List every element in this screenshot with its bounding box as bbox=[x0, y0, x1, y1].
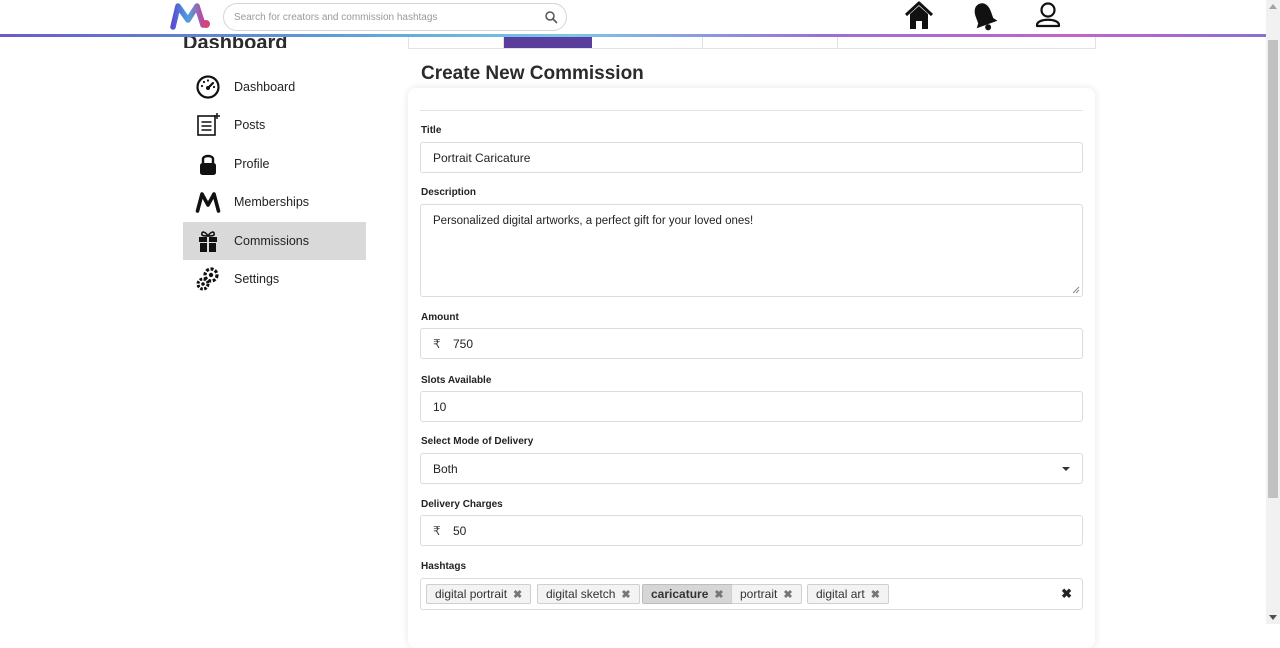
page-scrollbar[interactable] bbox=[1266, 0, 1280, 624]
sidebar-item-label: Memberships bbox=[234, 195, 310, 209]
hashtag-text: digital art bbox=[816, 587, 865, 601]
sidebar-item-label: Posts bbox=[234, 118, 266, 132]
header-accent-line bbox=[0, 34, 1266, 37]
title-label: Title bbox=[421, 125, 442, 136]
sidebar-item-settings[interactable]: Settings bbox=[183, 260, 366, 298]
hashtags-label: Hashtags bbox=[421, 561, 467, 572]
clear-all-icon[interactable]: ✖ bbox=[1061, 586, 1072, 602]
tab-1[interactable] bbox=[409, 36, 504, 48]
description-label: Description bbox=[421, 187, 477, 198]
gears-icon bbox=[196, 267, 219, 291]
remove-tag-icon[interactable]: ✖ bbox=[513, 588, 522, 601]
sidebar-item-dashboard[interactable]: Dashboard bbox=[183, 68, 366, 106]
scroll-up-icon[interactable] bbox=[1269, 4, 1277, 9]
hashtag-chip[interactable]: portrait ✖ bbox=[731, 584, 802, 604]
slots-value: 10 bbox=[433, 399, 447, 414]
form-heading: Create New Commission bbox=[421, 63, 644, 84]
slots-field[interactable]: 10 bbox=[420, 391, 1083, 422]
tab-4[interactable] bbox=[703, 36, 838, 48]
hashtag-chip[interactable]: digital sketch ✖ bbox=[537, 584, 640, 604]
remove-tag-icon[interactable]: ✖ bbox=[621, 588, 630, 601]
delivery-mode-value: Both bbox=[433, 461, 458, 476]
delivery-mode-select[interactable]: Both bbox=[420, 453, 1083, 484]
sidebar-item-label: Commissions bbox=[234, 234, 310, 248]
bell-icon[interactable] bbox=[970, 0, 998, 32]
amount-value: 750 bbox=[453, 336, 474, 351]
hashtags-field[interactable]: digital portrait ✖ digital sketch ✖ cari… bbox=[420, 578, 1083, 610]
chevron-down-icon bbox=[1062, 467, 1070, 471]
search-input[interactable]: Search for creators and commission hasht… bbox=[234, 12, 437, 23]
remove-tag-icon[interactable]: ✖ bbox=[871, 588, 880, 601]
description-value: Personalized digital artworks, a perfect… bbox=[433, 215, 754, 227]
amount-field[interactable]: ₹ 750 bbox=[420, 328, 1083, 359]
tab-3[interactable] bbox=[592, 36, 703, 48]
posts-icon bbox=[197, 113, 220, 136]
description-field[interactable]: Personalized digital artworks, a perfect… bbox=[420, 204, 1083, 297]
remove-tag-icon[interactable]: ✖ bbox=[783, 588, 792, 601]
delivery-mode-label: Select Mode of Delivery bbox=[421, 436, 534, 447]
delivery-charges-field[interactable]: ₹ 50 bbox=[420, 515, 1083, 546]
hashtag-chip[interactable]: digital art ✖ bbox=[807, 584, 889, 604]
hashtag-chip[interactable]: digital portrait ✖ bbox=[426, 584, 532, 604]
sidebar-item-profile[interactable]: Profile bbox=[183, 145, 366, 183]
search-bar[interactable]: Search for creators and commission hasht… bbox=[223, 3, 567, 31]
delivery-charges-value: 50 bbox=[453, 523, 467, 538]
scroll-thumb[interactable] bbox=[1268, 40, 1278, 498]
sidebar-item-label: Profile bbox=[234, 157, 270, 171]
sidebar-item-posts[interactable]: Posts bbox=[183, 106, 366, 144]
hashtag-text: digital sketch bbox=[546, 587, 616, 601]
scroll-down-icon[interactable] bbox=[1269, 615, 1277, 620]
home-icon[interactable] bbox=[904, 0, 934, 32]
delivery-charges-label: Delivery Charges bbox=[421, 499, 503, 510]
rupee-icon: ₹ bbox=[433, 336, 441, 351]
tab-commissions-active[interactable] bbox=[504, 36, 592, 48]
title-field[interactable]: Portrait Caricature bbox=[420, 142, 1083, 173]
sidebar-item-label: Settings bbox=[234, 272, 280, 286]
logo-icon[interactable] bbox=[170, 1, 212, 31]
remove-tag-icon[interactable]: ✖ bbox=[714, 588, 723, 601]
sidebar-item-commissions[interactable]: Commissions bbox=[183, 222, 366, 260]
tab-strip bbox=[408, 36, 1096, 49]
lock-icon bbox=[200, 154, 216, 175]
amount-label: Amount bbox=[421, 312, 459, 323]
hashtag-text: digital portrait bbox=[435, 587, 508, 601]
search-icon[interactable] bbox=[544, 10, 558, 24]
sidebar-item-memberships[interactable]: Memberships bbox=[183, 183, 366, 221]
divider bbox=[420, 110, 1083, 111]
resize-handle-icon[interactable] bbox=[1072, 286, 1080, 294]
sidebar-title: Dashboard bbox=[183, 32, 288, 48]
speedometer-icon bbox=[196, 75, 220, 99]
m-logo-icon bbox=[195, 192, 221, 213]
gift-icon bbox=[199, 231, 217, 252]
rupee-icon: ₹ bbox=[433, 523, 441, 538]
hashtag-text: portrait bbox=[740, 587, 778, 601]
title-value: Portrait Caricature bbox=[433, 150, 531, 165]
sidebar-item-label: Dashboard bbox=[234, 80, 296, 94]
user-icon[interactable] bbox=[1035, 0, 1061, 32]
hashtag-text: caricature bbox=[651, 587, 709, 601]
hashtag-chip-selected[interactable]: caricature ✖ bbox=[642, 584, 733, 604]
slots-label: Slots Available bbox=[421, 375, 492, 386]
